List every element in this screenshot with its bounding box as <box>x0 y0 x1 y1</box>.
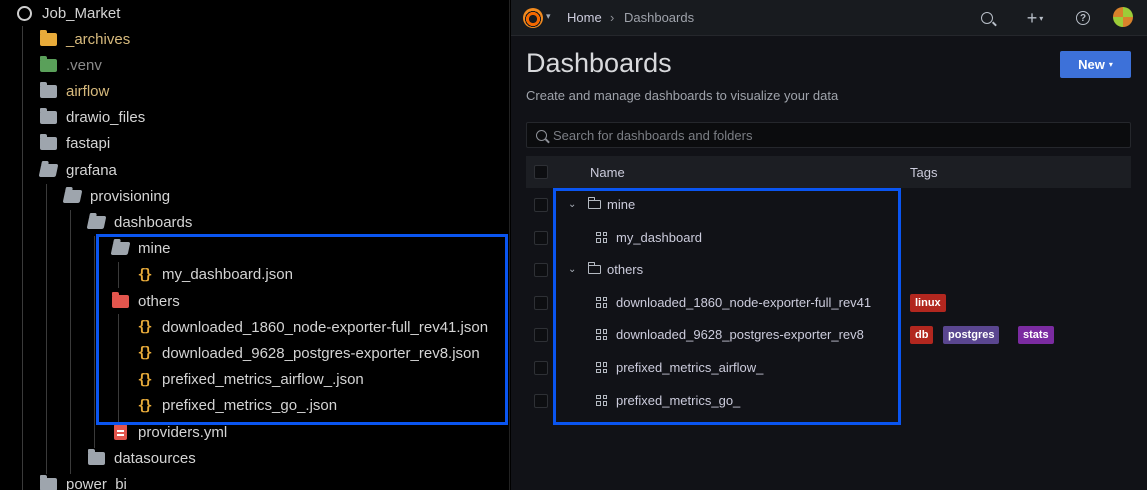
folder-open-icon <box>62 187 82 205</box>
grafana-highlight-box <box>553 188 901 425</box>
search-box[interactable] <box>526 122 1131 148</box>
tree-item-label: power_bi <box>66 475 127 490</box>
folder-open-icon <box>86 213 106 231</box>
search-icon <box>536 129 547 141</box>
tree-item[interactable]: provisioning <box>0 183 509 209</box>
repo-circle-icon <box>15 4 33 22</box>
plus-icon: + <box>1026 7 1038 28</box>
page-subtitle: Create and manage dashboards to visualiz… <box>526 88 839 103</box>
tree-item-label: grafana <box>66 161 117 179</box>
tree-root-label: Job_Market <box>42 4 121 22</box>
tag-badge[interactable]: linux <box>910 293 946 312</box>
tree-item[interactable]: .venv <box>0 52 509 78</box>
tree-item[interactable]: drawio_files <box>0 105 509 131</box>
explorer-highlight-box <box>96 234 508 425</box>
row-checkbox[interactable] <box>534 393 548 408</box>
search-button[interactable] <box>975 6 999 30</box>
user-avatar[interactable] <box>1113 7 1133 27</box>
column-header-tags: Tags <box>910 165 938 180</box>
tree-item-label: provisioning <box>90 187 171 205</box>
tree-item-label: airflow <box>66 82 110 100</box>
new-button[interactable]: New ▾ <box>1060 51 1131 78</box>
breadcrumb-dashboards[interactable]: Dashboards <box>624 10 694 25</box>
help-icon: ? <box>1076 11 1090 25</box>
tree-item-label: _archives <box>66 30 131 48</box>
folder-icon <box>39 474 57 490</box>
file-explorer: Job_Market _archives .venv airflow drawio_f… <box>0 0 510 490</box>
folder-icon <box>39 81 57 100</box>
tree-item[interactable]: dashboards <box>0 209 509 235</box>
archive-folder-icon <box>39 29 57 48</box>
tag-badge[interactable]: postgres <box>943 326 1000 345</box>
tree-item-label: datasources <box>114 449 196 467</box>
search-icon <box>981 12 997 27</box>
row-checkbox[interactable] <box>534 328 548 343</box>
new-button-label: New <box>1078 57 1105 72</box>
chevron-down-icon: ▾ <box>1039 13 1044 23</box>
row-checkbox[interactable] <box>534 230 548 245</box>
page-title: Dashboards <box>526 48 672 78</box>
breadcrumb-separator: › <box>610 10 615 25</box>
tree-item[interactable]: datasources <box>0 445 509 471</box>
tree-item[interactable]: power_bi <box>0 471 509 490</box>
row-checkbox[interactable] <box>534 361 548 375</box>
help-button[interactable]: ? <box>1073 6 1093 30</box>
folder-icon <box>39 134 57 153</box>
tree-item-label: .venv <box>66 56 102 74</box>
yml-file-icon <box>111 423 129 441</box>
top-bar: ▾ Home › Dashboards + ▾ ? <box>511 0 1147 36</box>
tree-item[interactable]: airflow <box>0 78 509 104</box>
venv-folder-icon <box>39 55 57 74</box>
select-all-checkbox[interactable] <box>534 165 548 179</box>
row-checkbox[interactable] <box>534 263 548 278</box>
chevron-down-icon[interactable]: ▾ <box>546 11 551 22</box>
tag-badge[interactable]: stats <box>1018 326 1054 345</box>
row-checkbox[interactable] <box>534 198 548 212</box>
table-header: Name Tags <box>526 156 1131 188</box>
row-checkbox[interactable] <box>534 295 548 310</box>
folder-icon <box>39 108 57 127</box>
grafana-logo-icon[interactable] <box>523 8 543 28</box>
folder-icon <box>87 448 105 467</box>
breadcrumb-home[interactable]: Home <box>567 10 602 25</box>
column-header-name[interactable]: Name <box>590 165 625 180</box>
tree-item[interactable]: grafana <box>0 157 509 183</box>
tree-item-label: drawio_files <box>66 109 146 127</box>
tree-item[interactable]: fastapi <box>0 131 509 157</box>
tag-badge[interactable]: db <box>910 326 934 345</box>
tree-item-label: fastapi <box>66 135 111 153</box>
grafana-panel: ▾ Home › Dashboards + ▾ ? Dashboards Cre… <box>511 0 1147 490</box>
tree-item[interactable]: _archives <box>0 26 509 52</box>
chevron-down-icon: ▾ <box>1108 60 1113 69</box>
add-new-button[interactable]: + ▾ <box>1019 6 1051 30</box>
search-input[interactable] <box>553 127 1113 143</box>
tree-root[interactable]: Job_Market <box>0 0 509 26</box>
tree-item-label: dashboards <box>114 213 193 231</box>
folder-open-icon <box>38 161 58 179</box>
tree-item-label: providers.yml <box>138 423 228 441</box>
